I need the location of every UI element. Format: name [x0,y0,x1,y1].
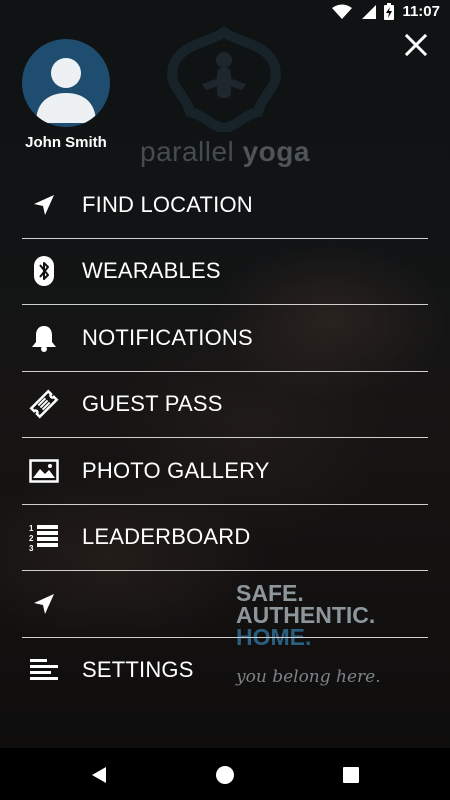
menu-item-label: NOTIFICATIONS [82,324,253,350]
menu-item-label: FIND LOCATION [82,191,253,217]
status-bar: 11:07 [0,0,450,24]
recents-square-icon [343,767,359,783]
menu-item-notifications[interactable]: NOTIFICATIONS [22,305,428,372]
home-button[interactable] [212,762,238,788]
ordered-list-icon: 123 [26,519,62,555]
navigation-arrow-icon [26,586,62,622]
menu-item-settings[interactable]: SETTINGS [22,638,428,704]
status-time: 11:07 [402,3,440,20]
close-drawer-button[interactable] [401,30,431,60]
user-silhouette-icon [36,58,96,123]
bluetooth-icon [26,253,62,289]
wifi-icon [332,4,353,19]
menu-item-label: WEARABLES [82,258,221,284]
bell-icon [26,320,62,356]
menu-item-label: GUEST PASS [82,391,223,417]
menu-item-photo-gallery[interactable]: PHOTO GALLERY [22,438,428,505]
home-circle-icon [216,766,234,784]
recents-button[interactable] [338,762,364,788]
navigation-arrow-icon [26,187,62,223]
menu-item-wearables[interactable]: WEARABLES [22,239,428,305]
menu-item-guest-pass[interactable]: GUEST PASS [22,372,428,438]
user-name: John Smith [25,134,107,151]
close-icon [405,34,427,56]
battery-charging-icon [384,3,395,20]
menu-item-label: LEADERBOARD [82,524,251,550]
back-triangle-icon [92,767,106,783]
menu-item-leaderboard[interactable]: 123 LEADERBOARD [22,505,428,571]
ticket-icon [26,386,62,422]
menu-item-navigate[interactable] [22,571,428,638]
app-screen: parallel yoga SAFE. AUTHENTIC. HOME. you… [0,0,450,800]
drawer-menu: FIND LOCATION WEARABLES NOTIFICATIONS GU… [22,172,428,703]
menu-item-label: SETTINGS [82,657,194,683]
svg-text:1: 1 [29,524,34,533]
menu-item-find-location[interactable]: FIND LOCATION [22,172,428,239]
image-icon [26,453,62,489]
system-nav-bar [0,748,450,800]
back-button[interactable] [86,762,112,788]
align-left-icon [26,652,62,688]
avatar[interactable] [22,39,110,127]
menu-item-label: PHOTO GALLERY [82,457,270,483]
svg-text:2: 2 [29,534,34,543]
signal-icon [362,4,377,19]
svg-text:3: 3 [29,544,34,552]
